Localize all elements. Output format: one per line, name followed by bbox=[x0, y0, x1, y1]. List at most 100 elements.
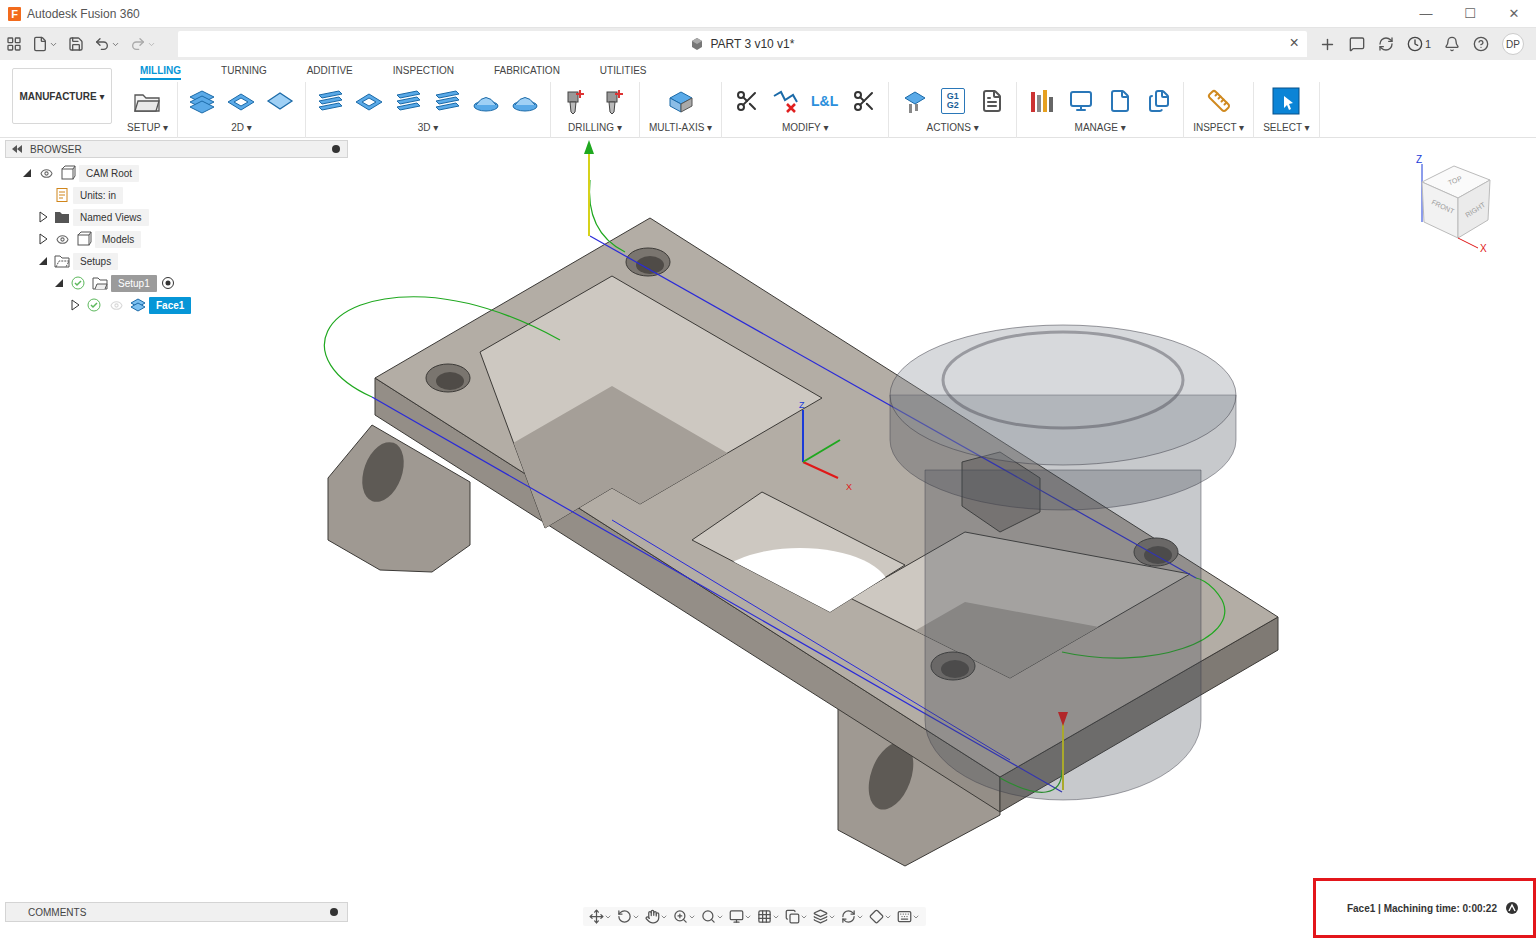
nav-tool[interactable] bbox=[757, 909, 780, 924]
new-tab-button[interactable] bbox=[1319, 36, 1336, 53]
group-menu-label[interactable]: INSPECT ▾ bbox=[1193, 122, 1244, 133]
tool-button[interactable] bbox=[393, 86, 424, 117]
data-panel-button[interactable] bbox=[6, 36, 22, 52]
tree-label[interactable]: Face1 bbox=[149, 297, 191, 314]
group-menu-label[interactable]: 2D ▾ bbox=[231, 122, 252, 133]
tree-label[interactable]: Setup1 bbox=[111, 275, 157, 292]
tool-button[interactable] bbox=[898, 86, 929, 117]
tool-button[interactable] bbox=[770, 86, 801, 117]
nav-tool[interactable] bbox=[617, 909, 640, 924]
comments-button[interactable] bbox=[1349, 36, 1365, 52]
tool-button[interactable] bbox=[976, 86, 1007, 117]
file-button[interactable] bbox=[32, 36, 58, 52]
window-control-button[interactable]: — bbox=[1404, 0, 1448, 28]
toggle-slot[interactable] bbox=[35, 208, 51, 226]
tool-button[interactable] bbox=[471, 86, 502, 117]
tool-button[interactable] bbox=[354, 86, 385, 117]
tool-button[interactable] bbox=[226, 86, 257, 117]
window-control-button[interactable]: ☐ bbox=[1448, 0, 1492, 28]
nav-tool[interactable] bbox=[673, 909, 696, 924]
tool-button[interactable] bbox=[1104, 86, 1135, 117]
group-menu-label[interactable]: 3D ▾ bbox=[418, 122, 439, 133]
toggle-slot[interactable] bbox=[67, 296, 83, 314]
tree-label[interactable]: Models bbox=[95, 231, 141, 248]
toggle-slot[interactable] bbox=[35, 230, 51, 248]
tool-button[interactable]: L&L bbox=[809, 86, 840, 117]
visibility-toggle[interactable] bbox=[105, 296, 127, 314]
save-button[interactable] bbox=[68, 36, 84, 52]
tool-button[interactable] bbox=[265, 86, 296, 117]
group-menu-label[interactable]: MODIFY ▾ bbox=[782, 122, 829, 133]
undo-button[interactable] bbox=[94, 36, 120, 52]
tree-item[interactable]: Models bbox=[5, 228, 348, 250]
user-avatar[interactable]: DP bbox=[1502, 33, 1524, 55]
canvas[interactable]: ZXBROWSERCAM RootUnits: inNamed ViewsMod… bbox=[0, 138, 1536, 938]
tree-label[interactable]: Units: in bbox=[73, 187, 123, 204]
tool-button[interactable] bbox=[599, 86, 630, 117]
tool-button[interactable] bbox=[1203, 86, 1234, 117]
tree-label[interactable]: CAM Root bbox=[79, 165, 139, 182]
view-cube[interactable]: ZXTOPFRONTRIGHT bbox=[1410, 152, 1506, 256]
ribbon-tab[interactable]: MILLING bbox=[140, 65, 181, 80]
window-control-button[interactable]: ✕ bbox=[1492, 0, 1536, 28]
tool-button[interactable] bbox=[510, 86, 541, 117]
nav-tool[interactable] bbox=[701, 909, 724, 924]
help-button[interactable] bbox=[1473, 36, 1489, 52]
ribbon-tab[interactable]: UTILITIES bbox=[600, 65, 647, 80]
tool-button[interactable] bbox=[848, 86, 879, 117]
ribbon-tab[interactable]: INSPECTION bbox=[393, 65, 454, 80]
extensions-button[interactable] bbox=[1378, 36, 1394, 52]
tool-button[interactable] bbox=[1143, 86, 1174, 117]
tool-button[interactable] bbox=[665, 86, 696, 117]
tree-item[interactable]: Units: in bbox=[5, 184, 348, 206]
nav-tool[interactable] bbox=[645, 909, 668, 924]
nav-tool[interactable] bbox=[785, 909, 808, 924]
group-menu-label[interactable]: SELECT ▾ bbox=[1263, 122, 1310, 133]
redo-button[interactable] bbox=[130, 36, 156, 52]
toggle-slot[interactable] bbox=[35, 252, 51, 270]
nav-tool[interactable] bbox=[589, 909, 612, 924]
tree-item[interactable]: CAM Root bbox=[5, 162, 348, 184]
tool-button[interactable] bbox=[432, 86, 463, 117]
ribbon-tab[interactable]: TURNING bbox=[221, 65, 267, 80]
visibility-toggle[interactable] bbox=[51, 230, 73, 248]
tree-item[interactable]: Face1 bbox=[5, 294, 348, 316]
ribbon-tab[interactable]: ADDITIVE bbox=[307, 65, 353, 80]
workspace-switcher[interactable]: MANUFACTURE▾ bbox=[12, 68, 112, 124]
tool-button[interactable] bbox=[1065, 86, 1096, 117]
tree-item[interactable]: Named Views bbox=[5, 206, 348, 228]
toggle-slot[interactable] bbox=[51, 274, 67, 292]
tree-label[interactable]: Named Views bbox=[73, 209, 149, 226]
comments-panel[interactable]: COMMENTS bbox=[5, 902, 348, 922]
visibility-toggle[interactable] bbox=[35, 164, 57, 182]
tool-button[interactable] bbox=[560, 86, 591, 117]
tool-button[interactable] bbox=[1026, 86, 1057, 117]
nav-tool[interactable] bbox=[869, 909, 892, 924]
active-indicator[interactable] bbox=[157, 274, 179, 292]
model-viewport[interactable]: ZX bbox=[0, 138, 1536, 938]
tree-item[interactable]: Setup1 bbox=[5, 272, 348, 294]
document-tab[interactable]: PART 3 v10 v1*× bbox=[178, 31, 1307, 57]
group-menu-label[interactable]: ACTIONS ▾ bbox=[927, 122, 979, 133]
tool-button[interactable] bbox=[132, 86, 163, 117]
tree-item[interactable]: Setups bbox=[5, 250, 348, 272]
group-menu-label[interactable]: MULTI-AXIS ▾ bbox=[649, 122, 712, 133]
part-model[interactable] bbox=[328, 218, 1278, 866]
group-menu-label[interactable]: DRILLING ▾ bbox=[568, 122, 622, 133]
tool-button[interactable] bbox=[731, 86, 762, 117]
nav-tool[interactable] bbox=[897, 909, 920, 924]
group-menu-label[interactable]: MANAGE ▾ bbox=[1075, 122, 1126, 133]
tool-button[interactable] bbox=[187, 86, 218, 117]
close-tab-button[interactable]: × bbox=[1290, 34, 1299, 52]
job-status-button[interactable]: 1 bbox=[1407, 36, 1431, 52]
tool-button[interactable] bbox=[1271, 86, 1302, 117]
tree-label[interactable]: Setups bbox=[73, 253, 118, 270]
nav-tool[interactable] bbox=[841, 909, 864, 924]
nav-tool[interactable] bbox=[729, 909, 752, 924]
nav-tool[interactable] bbox=[813, 909, 836, 924]
notifications-button[interactable] bbox=[1444, 36, 1460, 52]
group-menu-label[interactable]: SETUP ▾ bbox=[127, 122, 168, 133]
ribbon-tab[interactable]: FABRICATION bbox=[494, 65, 560, 80]
toggle-slot[interactable] bbox=[19, 164, 35, 182]
tool-button[interactable]: G1G2 bbox=[937, 86, 968, 117]
